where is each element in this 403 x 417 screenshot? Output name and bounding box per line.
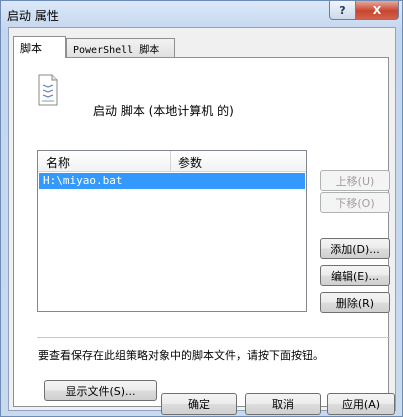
column-divider[interactable] [170, 151, 171, 171]
remove-button[interactable]: 删除(R) [320, 292, 390, 313]
list-item[interactable]: H:\miyao.bat [39, 173, 305, 189]
dialog-client: PowerShell 脚本 脚本 启动 脚本 (本地计算机 的) 名称 参数 H… [8, 27, 396, 411]
tab-powershell-scripts[interactable]: PowerShell 脚本 [66, 38, 175, 57]
script-name: H:\miyao.bat [43, 174, 123, 187]
tab-scripts[interactable]: 脚本 [13, 36, 66, 58]
title-bar[interactable]: 启动 属性 ? X [1, 1, 402, 27]
show-files-button[interactable]: 显示文件(S)... [44, 380, 157, 401]
list-header: 名称 参数 [38, 151, 306, 172]
help-icon: ? [339, 3, 346, 17]
info-text: 要查看保存在此组策略对象中的脚本文件，请按下面按钮。 [38, 349, 324, 362]
move-down-button[interactable]: 下移(O) [320, 192, 390, 213]
close-icon: X [372, 3, 382, 17]
scripts-heading: 启动 脚本 (本地计算机 的) [93, 104, 234, 118]
help-button[interactable]: ? [329, 1, 356, 20]
scripts-list[interactable]: 名称 参数 H:\miyao.bat [37, 150, 307, 312]
section-divider [37, 337, 390, 338]
close-button[interactable]: X [355, 1, 399, 20]
column-header-name[interactable]: 名称 [46, 154, 70, 171]
column-header-params[interactable]: 参数 [178, 154, 202, 171]
window-title: 启动 属性 [7, 9, 59, 23]
move-up-button[interactable]: 上移(U) [320, 170, 390, 191]
properties-window: 启动 属性 ? X PowerShell 脚本 脚本 启动 脚本 (本地计算机 … [0, 0, 403, 417]
cancel-button[interactable]: 取消 [245, 393, 321, 415]
ok-button[interactable]: 确定 [161, 393, 237, 415]
add-button[interactable]: 添加(D)... [320, 238, 390, 259]
script-file-icon [38, 74, 58, 106]
scripts-tab-panel: 启动 脚本 (本地计算机 的) 名称 参数 H:\miyao.bat 上移(U)… [13, 57, 390, 407]
apply-button[interactable]: 应用(A) [327, 393, 395, 415]
edit-button[interactable]: 编辑(E)... [320, 265, 390, 286]
